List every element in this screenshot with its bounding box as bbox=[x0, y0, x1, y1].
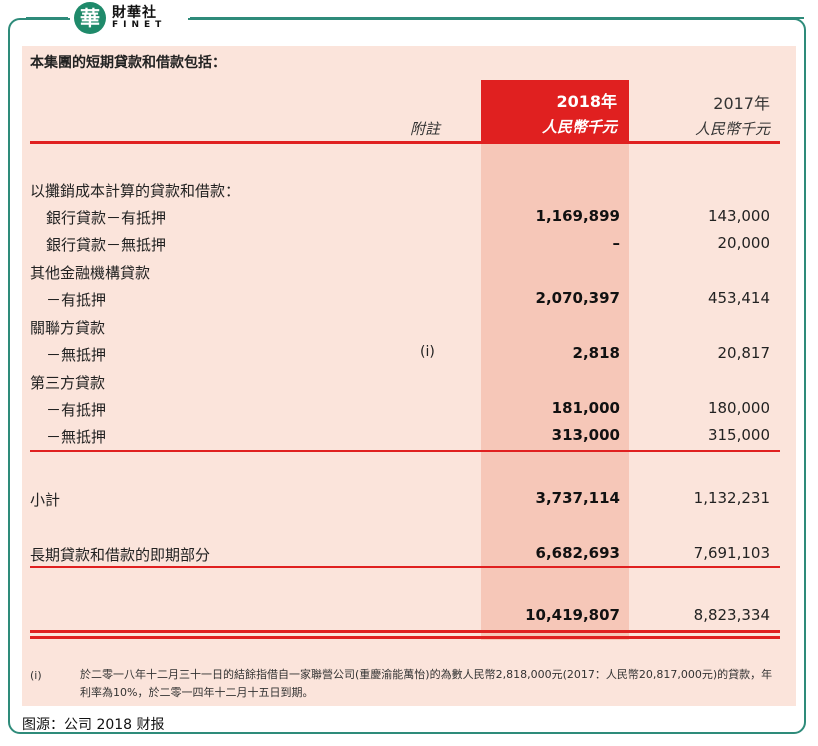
rule-before-subtotal bbox=[30, 450, 780, 452]
row-value-2017-third-secured: 180,000 bbox=[707, 399, 770, 417]
row-value-2018-third-unsecured: 313,000 bbox=[551, 426, 620, 444]
footnote-text: 於二零一八年十二月三十一日的結餘指借自一家聯營公司(重慶渝能萬怡)的為數人民幣2… bbox=[80, 668, 773, 699]
intro-heading: 本集團的短期貸款和借款包括： bbox=[30, 55, 226, 71]
row-label-bank-unsecured: 銀行貸款－無抵押 bbox=[46, 236, 167, 254]
row-value-2018-bank-unsecured: – bbox=[612, 234, 621, 252]
row-label-third-unsecured: －無抵押 bbox=[46, 428, 107, 446]
row-value-2017-bank-secured: 143,000 bbox=[707, 207, 770, 225]
column-note-header: 附註 bbox=[410, 120, 441, 138]
subtotal-value-2017: 1,132,231 bbox=[693, 489, 770, 507]
row-value-2018-related-unsecured: 2,818 bbox=[572, 344, 620, 362]
row-value-2018-bank-secured: 1,169,899 bbox=[535, 207, 620, 225]
current-portion-value-2017: 7,691,103 bbox=[693, 544, 770, 562]
column-2018-year: 2018年 bbox=[556, 92, 617, 111]
row-label-other-fi-secured: －有抵押 bbox=[46, 291, 107, 309]
column-2017-unit: 人民幣千元 bbox=[694, 120, 770, 138]
column-2017-year: 2017年 bbox=[713, 94, 770, 113]
column-header-2018: 2018年 人民幣千元 bbox=[481, 80, 629, 142]
row-value-2018-third-secured: 181,000 bbox=[551, 399, 620, 417]
row-label-related-party: 關聯方貸款 bbox=[30, 319, 106, 337]
total-double-rule-top bbox=[30, 630, 780, 633]
image-source-caption: 图源：公司 2018 财报 bbox=[22, 717, 165, 733]
header-line-left bbox=[26, 17, 68, 19]
finet-logo: 華 財華社 FINET bbox=[70, 2, 188, 36]
statement-panel bbox=[22, 46, 796, 706]
row-label-third-party: 第三方貸款 bbox=[30, 374, 106, 392]
row-value-2018-other-fi-secured: 2,070,397 bbox=[535, 289, 620, 307]
row-label-related-unsecured: －無抵押 bbox=[46, 346, 107, 364]
total-value-2017: 8,823,334 bbox=[693, 606, 770, 624]
header-rule bbox=[30, 141, 780, 144]
row-label-third-secured: －有抵押 bbox=[46, 401, 107, 419]
row-value-2017-third-unsecured: 315,000 bbox=[707, 426, 770, 444]
current-portion-label: 長期貸款和借款的即期部分 bbox=[30, 546, 211, 564]
column-2018-unit: 人民幣千元 bbox=[541, 118, 617, 136]
total-value-2018: 10,419,807 bbox=[525, 606, 620, 624]
row-label-other-fi: 其他金融機構貸款 bbox=[30, 264, 151, 282]
row-value-2017-bank-unsecured: 20,000 bbox=[717, 234, 771, 252]
footnote-marker: (i) bbox=[30, 669, 42, 682]
logo-name-cn: 財華社 bbox=[112, 5, 157, 21]
rule-before-total bbox=[30, 566, 780, 568]
row-label-amortised: 以攤銷成本計算的貸款和借款： bbox=[30, 182, 241, 200]
logo-name-en: FINET bbox=[112, 20, 167, 30]
current-portion-value-2018: 6,682,693 bbox=[535, 544, 620, 562]
row-label-bank-secured: 銀行貸款－有抵押 bbox=[46, 209, 167, 227]
row-note-related-unsecured: (i) bbox=[420, 344, 435, 360]
row-value-2017-other-fi-secured: 453,414 bbox=[707, 289, 770, 307]
header-line-right bbox=[190, 17, 804, 19]
subtotal-label: 小計 bbox=[30, 491, 61, 509]
total-double-rule-bottom bbox=[30, 636, 780, 639]
row-value-2017-related-unsecured: 20,817 bbox=[717, 344, 771, 362]
logo-mark-icon: 華 bbox=[74, 2, 106, 34]
subtotal-value-2018: 3,737,114 bbox=[535, 489, 620, 507]
